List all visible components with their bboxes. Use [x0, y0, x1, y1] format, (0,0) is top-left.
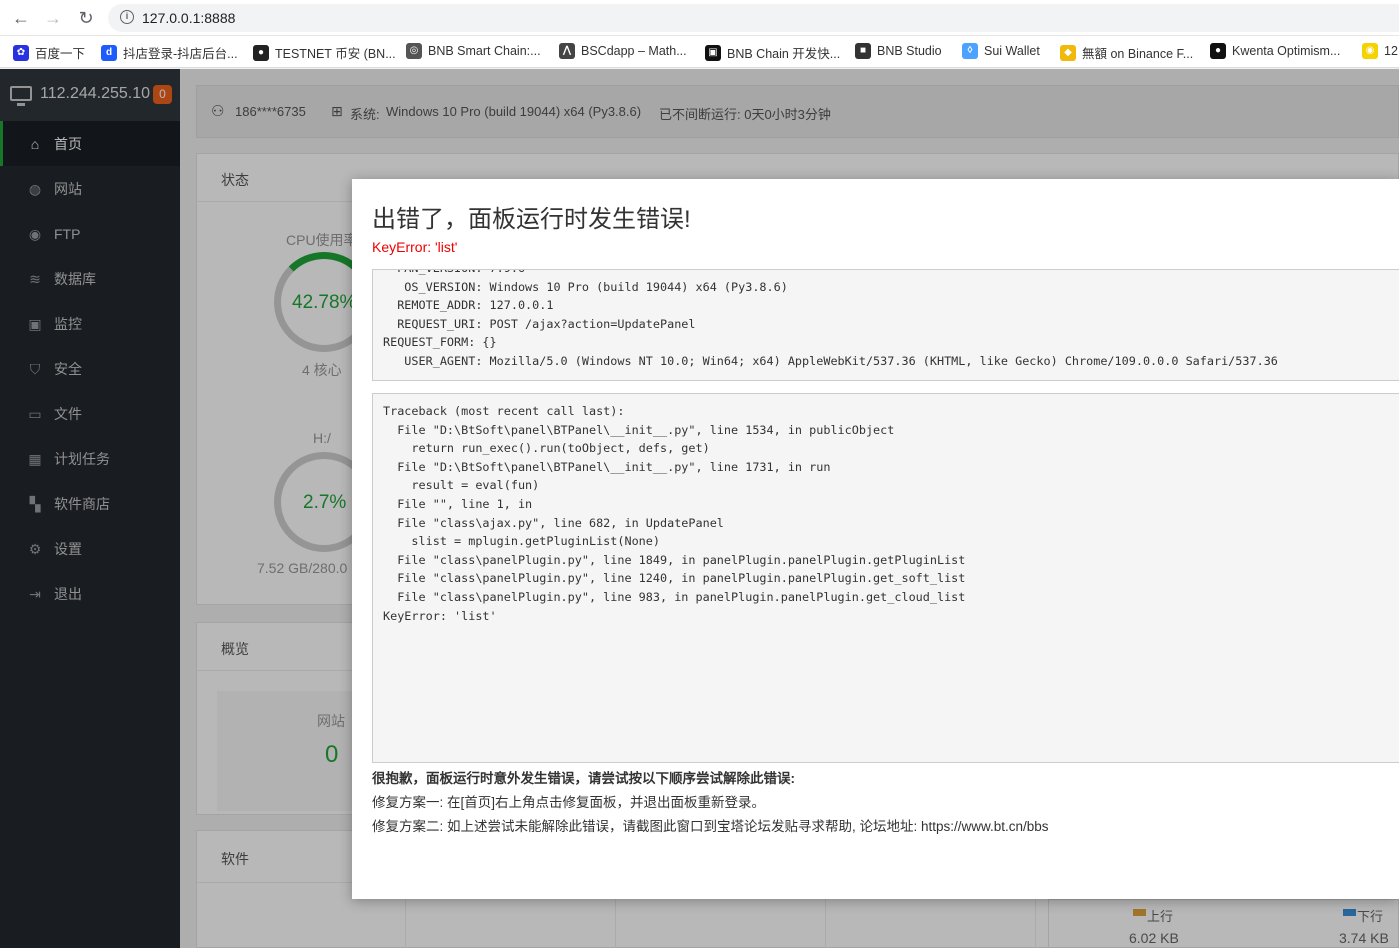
yellow-coin-icon: ◉	[1362, 43, 1378, 59]
bnbchain-icon: ▣	[705, 44, 721, 61]
bookmarks-bar: ✿ 百度一下 d 抖店登录-抖店后台... ● TESTNET 币安 (BN... ◎ BNB…	[0, 36, 1399, 68]
code-line: File "class\panelPlugin.py", line 983, i…	[383, 589, 966, 604]
back-arrow-icon[interactable]: ←	[11, 8, 31, 28]
code-line: Traceback (most recent call last):	[383, 404, 625, 418]
bookmark-label: TESTNET 币安 (BN...	[275, 47, 396, 61]
sui-drop-icon: ◊	[962, 43, 978, 59]
kwenta-icon: ●	[1210, 43, 1226, 59]
bookmark-11[interactable]: ◉ 12	[1362, 43, 1398, 59]
bookmark-label: 12	[1384, 44, 1398, 58]
code-line: OS_VERSION: Windows 10 Pro (build 19044)…	[383, 279, 788, 294]
code-line: KeyError: 'list'	[383, 608, 497, 623]
code-line: REMOTE_ADDR: 127.0.0.1	[383, 298, 554, 313]
bookmark-9[interactable]: ◆ 無額 on Binance F...	[1060, 43, 1193, 62]
code-line: result = eval(fun)	[383, 478, 540, 493]
bookmark-label: BSCdapp – Math...	[581, 44, 687, 58]
code-line: File "", line 1, in	[383, 496, 533, 511]
bookmark-label: 無額 on Binance F...	[1082, 47, 1194, 61]
url-text: 127.0.0.1:8888	[142, 10, 236, 26]
code-line: REQUEST_FORM: {}	[383, 335, 497, 350]
code-line: File "D:\BtSoft\panel\BTPanel\__init__.p…	[383, 422, 895, 437]
bookmark-label: Sui Wallet	[984, 44, 1040, 58]
bookmark-label: BNB Studio	[877, 44, 942, 58]
bookmark-label: BNB Chain 开发快...	[727, 47, 841, 61]
bookmark-10[interactable]: ● Kwenta Optimism...	[1210, 43, 1340, 59]
bookmark-label: 百度一下	[35, 47, 86, 61]
fix-option-2: 修复方案二: 如上述尝试未能解除此错误，请截图此窗口到宝塔论坛发贴寻求帮助, 论…	[372, 819, 1049, 834]
bookmark-label: 抖店登录-抖店后台...	[123, 47, 238, 61]
fix-option-1: 修复方案一: 在[首页]右上角点击修复面板，并退出面板重新登录。	[372, 795, 766, 810]
bookmark-6[interactable]: ▣ BNB Chain 开发快...	[705, 43, 840, 62]
bookmark-1[interactable]: ✿ 百度一下	[13, 43, 85, 62]
bookmark-8[interactable]: ◊ Sui Wallet	[962, 43, 1040, 59]
reload-icon[interactable]: ↻	[76, 8, 96, 28]
address-bar[interactable]: i 127.0.0.1:8888	[108, 4, 1399, 32]
bnb-studio-icon: ■	[855, 43, 871, 59]
error-dialog: 出错了，面板运行时发生错误! KeyError: 'list' PAN_VERS…	[352, 179, 1399, 899]
code-line: USER_AGENT: Mozilla/5.0 (Windows NT 10.0…	[383, 353, 1278, 368]
code-line: File "class\panelPlugin.py", line 1240, …	[383, 571, 966, 586]
douyin-store-icon: d	[101, 44, 117, 61]
forward-arrow-icon[interactable]: →	[43, 8, 63, 28]
environment-info-box: PAN_VERSION: 7.9.6 OS_VERSION: Windows 1…	[372, 269, 1399, 381]
code-line: File "D:\BtSoft\panel\BTPanel\__init__.p…	[383, 459, 831, 474]
bnb-testnet-icon: ●	[253, 44, 269, 61]
bscscan-icon: ◎	[406, 43, 422, 59]
bookmark-7[interactable]: ■ BNB Studio	[855, 43, 942, 59]
dialog-title: 出错了，面板运行时发生错误!	[372, 206, 691, 233]
traceback-box: Traceback (most recent call last): File …	[372, 393, 1399, 763]
code-line: slist = mplugin.getPluginList(None)	[383, 534, 660, 549]
code-line: File "class\ajax.py", line 682, in Updat…	[383, 515, 724, 530]
code-line: PAN_VERSION: 7.9.6	[383, 270, 1389, 278]
binance-icon: ◆	[1060, 44, 1076, 61]
code-line: File "class\panelPlugin.py", line 1849, …	[383, 552, 966, 567]
bookmark-label: Kwenta Optimism...	[1232, 44, 1341, 58]
bookmark-label: BNB Smart Chain:...	[428, 44, 541, 58]
math-icon: ⋀	[559, 43, 575, 59]
info-icon[interactable]: i	[120, 10, 134, 24]
code-line: return run_exec().run(toObject, defs, ge…	[383, 441, 710, 456]
dialog-error-message: KeyError: 'list'	[372, 239, 458, 255]
bookmark-5[interactable]: ⋀ BSCdapp – Math...	[559, 43, 687, 59]
bookmark-3[interactable]: ● TESTNET 币安 (BN...	[253, 43, 396, 62]
bookmark-4[interactable]: ◎ BNB Smart Chain:...	[406, 43, 541, 59]
code-line: REQUEST_URI: POST /ajax?action=UpdatePan…	[383, 316, 696, 331]
bookmark-2[interactable]: d 抖店登录-抖店后台...	[101, 43, 238, 62]
apology-text: 很抱歉，面板运行时意外发生错误，请尝试按以下顺序尝试解除此错误:	[372, 771, 795, 786]
browser-toolbar: ← → ↻ i 127.0.0.1:8888	[0, 0, 1399, 36]
baidu-icon: ✿	[13, 44, 29, 61]
